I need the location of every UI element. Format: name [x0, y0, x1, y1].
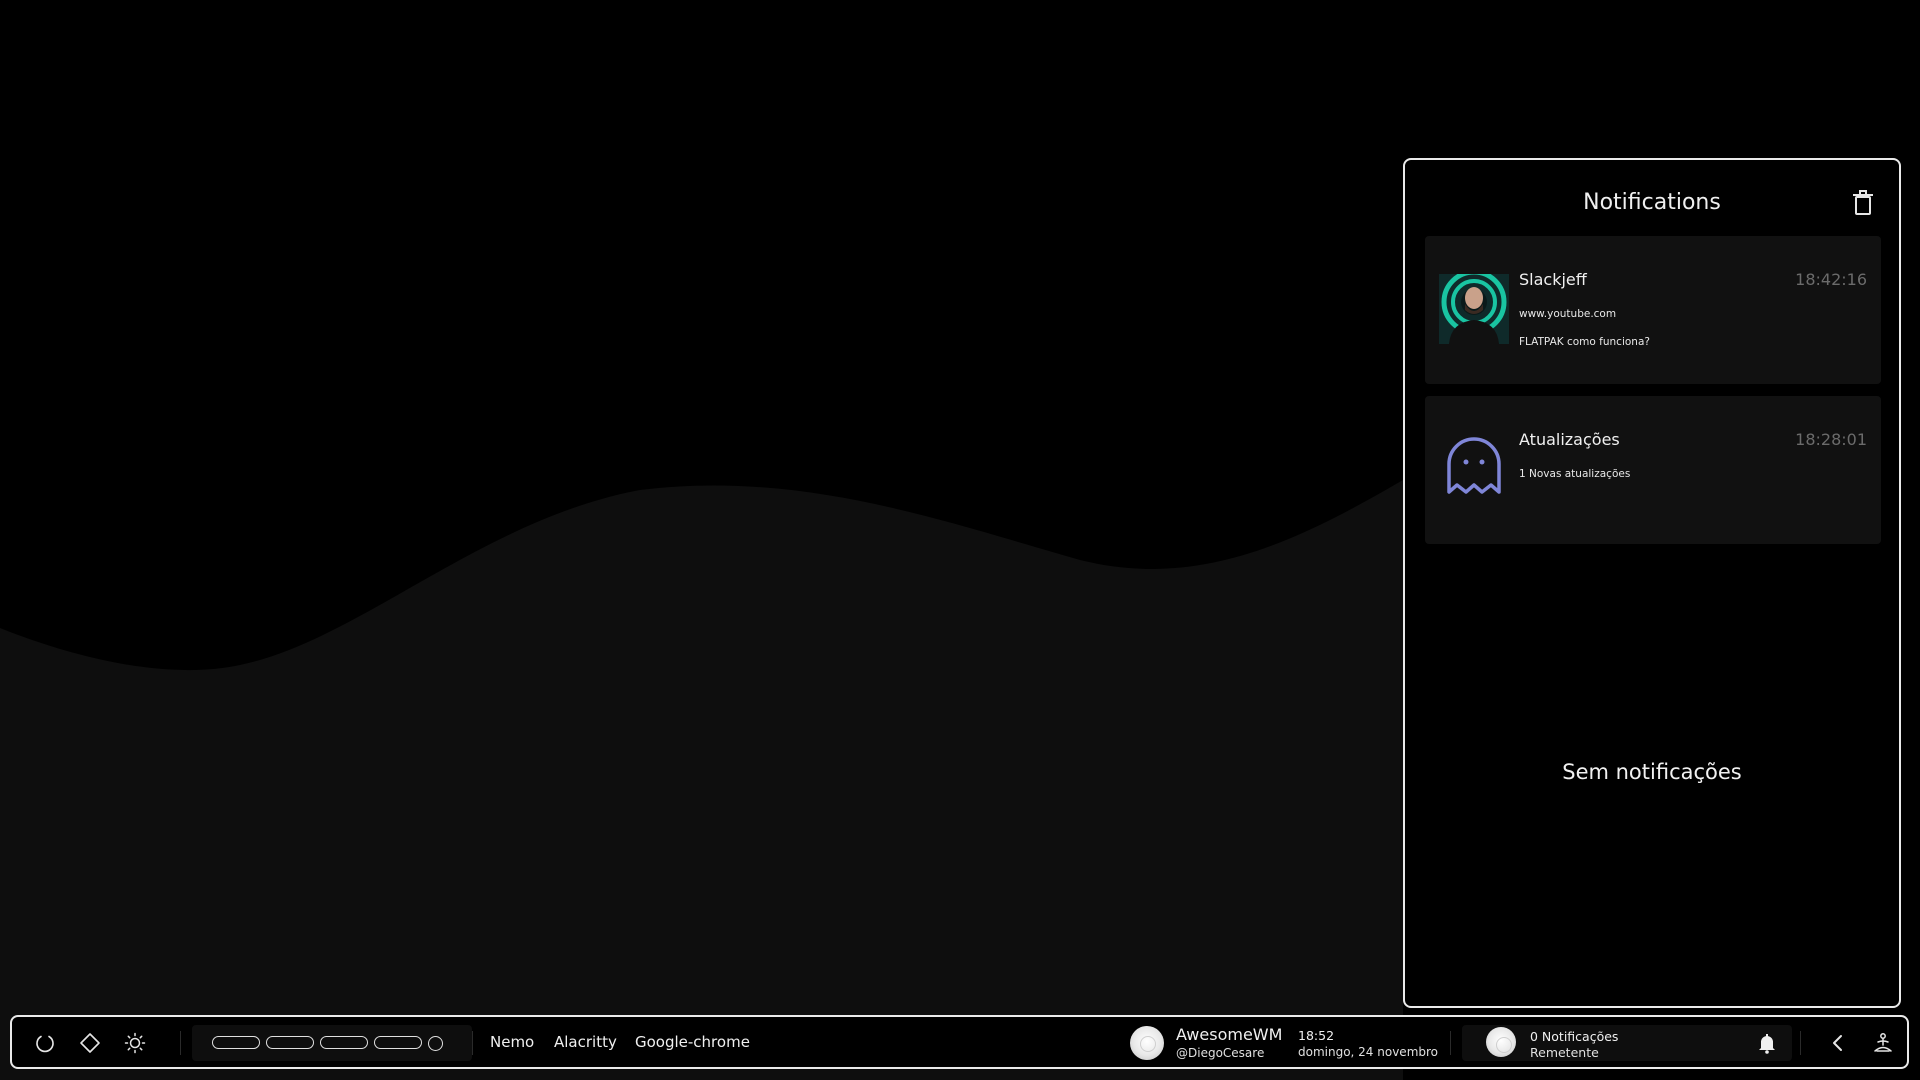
taskbar: Nemo Alacritty Google-chrome AwesomeWM @… [10, 1015, 1909, 1069]
bell-icon[interactable] [1756, 1032, 1778, 1054]
task-alacritty[interactable]: Alacritty [554, 1033, 617, 1051]
separator [1800, 1031, 1801, 1055]
notification-sender-avatar [1486, 1027, 1516, 1057]
slackjeff-avatar [1439, 274, 1509, 344]
notification-card[interactable]: Slackjeff 18:42:16 www.youtube.com FLATP… [1425, 236, 1881, 384]
separator [180, 1031, 181, 1055]
diamond-icon[interactable] [79, 1032, 101, 1054]
trash-icon[interactable] [1851, 190, 1875, 216]
notification-count: 0 Notificações [1530, 1029, 1619, 1044]
notification-card[interactable]: Atualizações 18:28:01 1 Novas atualizaçõ… [1425, 396, 1881, 544]
notification-widget[interactable]: 0 Notificações Remetente [1462, 1025, 1792, 1061]
notification-center-title: Notifications [1583, 190, 1721, 215]
notification-app-name: Atualizações [1519, 430, 1620, 449]
workspace-tag[interactable] [320, 1036, 368, 1049]
workspace-tag[interactable] [266, 1036, 314, 1049]
notification-time: 18:42:16 [1795, 270, 1867, 289]
desktop: Notifications Slackjeff 18:42:16 www.you… [0, 0, 1920, 1080]
notification-time: 18:28:01 [1795, 430, 1867, 449]
user-name: AwesomeWM [1176, 1025, 1283, 1044]
workspace-tag[interactable] [212, 1036, 260, 1049]
notification-body-line: www.youtube.com [1519, 308, 1617, 320]
user-handle: @DiegoCesare [1176, 1046, 1265, 1060]
notification-sender: Remetente [1530, 1045, 1599, 1060]
workspace-tag[interactable] [374, 1036, 422, 1049]
clock-date: domingo, 24 novembro [1298, 1045, 1439, 1059]
brightness-icon[interactable] [124, 1032, 146, 1054]
workspace-tags [192, 1025, 472, 1061]
notification-body-line: 1 Novas atualizações [1519, 468, 1631, 480]
user-avatar [1130, 1026, 1164, 1060]
notification-body-line: FLATPAK como funciona? [1519, 336, 1650, 348]
task-google-chrome[interactable]: Google-chrome [635, 1033, 750, 1051]
separator [472, 1031, 473, 1055]
empty-notifications-message: Sem notificações [1562, 760, 1742, 784]
chevron-left-icon[interactable] [1827, 1032, 1849, 1054]
ghost-icon [1447, 437, 1501, 494]
clock-time: 18:52 [1298, 1028, 1335, 1043]
task-nemo[interactable]: Nemo [490, 1033, 534, 1051]
separator [1450, 1031, 1451, 1055]
workspace-tag[interactable] [428, 1036, 443, 1051]
notification-app-name: Slackjeff [1519, 270, 1587, 289]
meditation-icon[interactable] [1872, 1032, 1894, 1054]
notification-center: Notifications Slackjeff 18:42:16 www.you… [1403, 158, 1901, 1008]
power-ring-icon[interactable] [34, 1032, 56, 1054]
